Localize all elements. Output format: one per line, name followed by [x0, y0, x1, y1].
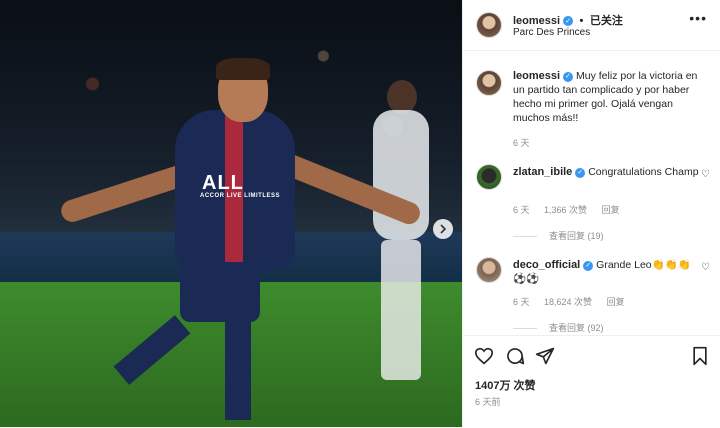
reply-button[interactable]: 回复 [607, 297, 625, 307]
post-photo[interactable]: ALL ACCOR LIVE LIMITLESS [0, 0, 462, 427]
avatar[interactable] [476, 257, 502, 283]
likes-count[interactable]: 1407万 次赞 [475, 377, 536, 393]
jersey-sponsor-sub: ACCOR LIVE LIMITLESS [200, 193, 281, 199]
avatar[interactable] [476, 12, 502, 38]
comment-likes[interactable]: 1,366 次赞 [544, 205, 587, 215]
separator-dot: • [579, 15, 584, 27]
comment-heart-icon[interactable]: ♡ [701, 262, 710, 273]
avatar[interactable] [476, 70, 502, 96]
reply-button[interactable]: 回复 [602, 205, 620, 215]
chevron-right-icon[interactable] [433, 219, 453, 239]
comment-heart-icon[interactable]: ♡ [701, 169, 710, 180]
heart-icon[interactable] [474, 346, 494, 366]
view-replies-button[interactable]: 查看回复 (92) [513, 321, 604, 334]
view-replies-button[interactable]: 查看回复 (19) [513, 229, 604, 242]
comment-time: 6 天 [513, 297, 530, 307]
instagram-post-modal: ALL ACCOR LIVE LIMITLESS leomessi ✓ • 已关注… [0, 0, 720, 427]
verified-badge-icon: ✓ [563, 16, 574, 26]
more-options-icon[interactable]: ••• [689, 10, 707, 26]
bookmark-icon[interactable] [690, 346, 710, 366]
verified-badge-icon: ✓ [563, 72, 574, 82]
comment-likes[interactable]: 18,624 次赞 [544, 297, 592, 307]
comment-username[interactable]: deco_official [513, 259, 580, 271]
avatar[interactable] [476, 164, 502, 190]
comment-text: Congratulations Champ [588, 166, 699, 178]
verified-badge-icon: ✓ [575, 168, 586, 178]
location-link[interactable]: Parc Des Princes [513, 27, 590, 38]
post-header: leomessi ✓ • 已关注 Parc Des Princes ••• [463, 0, 720, 51]
header-username[interactable]: leomessi [513, 15, 560, 27]
follow-status-button[interactable]: 已关注 [590, 15, 623, 27]
post-sidebar: leomessi ✓ • 已关注 Parc Des Princes ••• leo… [462, 0, 720, 427]
comment-username[interactable]: zlatan_ibile [513, 166, 572, 178]
posted-time: 6 天前 [475, 397, 501, 407]
comment-icon[interactable] [505, 346, 525, 366]
comment-time: 6 天 [513, 205, 530, 215]
send-icon[interactable] [535, 346, 555, 366]
verified-badge-icon: ✓ [583, 261, 594, 271]
background-player [365, 80, 435, 380]
caption-time: 6 天 [513, 138, 530, 148]
caption-username[interactable]: leomessi [513, 70, 560, 82]
jersey-sponsor: ALL [202, 172, 244, 194]
post-actions: 1407万 次赞 6 天前 [463, 335, 720, 428]
